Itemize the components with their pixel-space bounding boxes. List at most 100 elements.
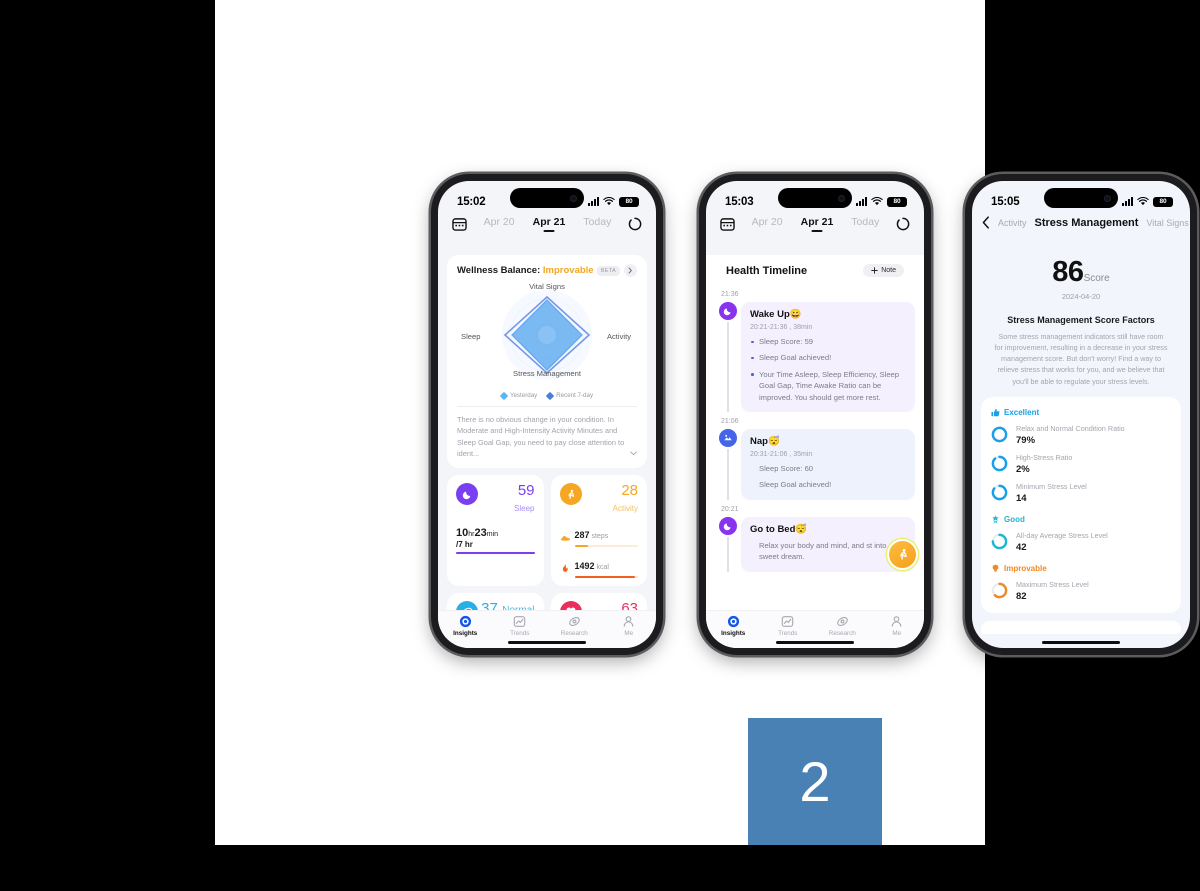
score-block: 86Score 2024-04-20 [981, 251, 1181, 301]
chevron-right-icon[interactable] [624, 264, 637, 277]
timeline-event-card[interactable]: Go to Bed😴 Relax your body and mind, and … [741, 516, 915, 572]
progress-ring-icon [991, 455, 1008, 472]
heart-card[interactable]: 63 bpm 91 % [550, 592, 647, 610]
tab-label-research: Research [828, 630, 856, 637]
moon-icon [456, 483, 478, 505]
chevron-down-icon[interactable] [630, 448, 637, 459]
sleep-goal: /7 hr [456, 539, 473, 549]
calendar-icon[interactable] [720, 217, 735, 231]
activity-fab-button[interactable] [889, 541, 916, 568]
tab-insights[interactable]: Insights [706, 615, 761, 637]
heart-bpm: 63 [621, 599, 638, 610]
calendar-icon[interactable] [452, 217, 467, 231]
date-tab-today[interactable]: Today [583, 216, 611, 231]
phone1-content[interactable]: Wellness Balance: Improvable BETA Vital … [438, 255, 656, 610]
factors-title: Stress Management Score Factors [1007, 315, 1155, 325]
slide-canvas: 15:02 80 Apr 20 Apr 21 Today Wellness Ba… [215, 0, 1197, 845]
phone-mockup-1: 15:02 80 Apr 20 Apr 21 Today Wellness Ba… [431, 174, 663, 655]
steps-value: 287 [574, 529, 590, 540]
timeline-item[interactable]: Nap😴 20:31-21:06 , 35min Sleep Score: 60 Sl… [715, 428, 915, 500]
timeline-event-title: Go to Bed😴 [750, 523, 808, 535]
stress-card[interactable]: 37 Normal Stress [447, 592, 544, 610]
kcal-unit: kcal [596, 563, 609, 571]
nav-tab-stress-management[interactable]: Stress Management [1035, 217, 1139, 229]
tab-trends[interactable]: Trends [761, 615, 816, 637]
sleep-score: 59 [517, 482, 535, 499]
date-tab-today[interactable]: Today [851, 216, 879, 231]
factor-group-name: Good [1004, 514, 1025, 524]
steps-row: 287 steps [560, 525, 638, 547]
timeline-bullet: Your Time Asleep, Sleep Efficiency, Slee… [750, 369, 906, 403]
legend-label-yesterday: Yesterday [509, 392, 538, 399]
cellular-signal-icon [856, 197, 867, 206]
date-tab-apr21[interactable]: Apr 21 [801, 216, 834, 231]
factor-row[interactable]: Relax and Normal Condition Ratio 79% [991, 424, 1171, 446]
phone2-content[interactable]: Health Timeline Note 21:36 Wake Up😀 20:21-… [706, 255, 924, 610]
timeline-title: Health Timeline [726, 264, 808, 277]
wellness-description-wrap[interactable]: There is no obvious change in your condi… [447, 407, 647, 468]
tab-me[interactable]: Me [870, 615, 925, 637]
factor-row[interactable]: Maximum Stress Level 82 [991, 580, 1171, 602]
tab-bar-1: Insights Trends Research Me [438, 610, 656, 648]
tab-label-insights: Insights [721, 630, 746, 637]
sleep-duration: 10hr23min [456, 527, 535, 539]
radar-label-stress: Stress Management [513, 369, 581, 378]
date-tab-apr20[interactable]: Apr 20 [752, 216, 783, 231]
factor-group-name: Excellent [1004, 407, 1040, 417]
add-note-button[interactable]: Note [863, 264, 904, 277]
kcal-progress-fill [574, 575, 636, 578]
research-icon [836, 615, 849, 628]
refresh-icon[interactable] [628, 217, 642, 231]
tab-me[interactable]: Me [602, 615, 657, 637]
legend-swatch-recent7day [545, 391, 555, 400]
tab-insights[interactable]: Insights [438, 615, 493, 637]
tab-trends[interactable]: Trends [493, 615, 548, 637]
timeline-list: 21:36 Wake Up😀 20:21-21:36 , 38min Sleep Sc… [715, 285, 915, 572]
date-tabs-2: Apr 20 Apr 21 Today [735, 216, 896, 231]
timeline-event-card[interactable]: Nap😴 20:31-21:06 , 35min Sleep Score: 60 Sl… [741, 428, 915, 500]
timeline-item[interactable]: Wake Up😀 20:21-21:36 , 38min Sleep Score: … [715, 302, 915, 412]
wellness-balance-card[interactable]: Wellness Balance: Improvable BETA Vital … [447, 255, 647, 468]
person-icon [622, 615, 635, 628]
score-unit: Score [1083, 273, 1110, 284]
factor-row[interactable]: High-Stress Ratio 2% [991, 453, 1171, 475]
sleep-card[interactable]: 59 Sleep 10hr23min /7 hr [447, 475, 544, 586]
wellness-title: Wellness Balance: Improvable [457, 265, 594, 276]
timeline-connector [727, 448, 729, 500]
timeline-bullet: Sleep Goal achieved! [750, 352, 906, 363]
timeline-bullet: Sleep Score: 59 [750, 336, 906, 347]
legend-swatch-yesterday [499, 391, 509, 400]
refresh-icon[interactable] [896, 217, 910, 231]
date-tab-apr20[interactable]: Apr 20 [484, 216, 515, 231]
score-line: 86Score [981, 256, 1181, 289]
factor-row[interactable]: All-day Average Stress Level 42 [991, 531, 1171, 553]
wifi-icon [603, 197, 615, 206]
progress-ring-icon [991, 582, 1008, 599]
nav-tab-vital-signs[interactable]: Vital Signs [1146, 218, 1188, 228]
kcal-value: 1492 [574, 560, 595, 571]
cellular-signal-icon [1122, 197, 1133, 206]
next-card-peek[interactable] [981, 620, 1181, 634]
steps-progress-fill [574, 544, 589, 547]
moon-icon [719, 516, 737, 535]
factor-row[interactable]: Minimum Stress Level 14 [991, 482, 1171, 504]
plus-icon [871, 267, 878, 274]
chevron-left-icon[interactable] [982, 216, 990, 229]
target-icon [459, 615, 472, 628]
timeline-time: 21:06 [721, 417, 739, 425]
battery-indicator: 80 [619, 196, 639, 207]
timeline-item[interactable]: Go to Bed😴 Relax your body and mind, and … [715, 516, 915, 572]
sleep-minutes: 23 [474, 526, 487, 539]
timeline-event-card[interactable]: Wake Up😀 20:21-21:36 , 38min Sleep Score: … [741, 302, 915, 412]
nav-tab-activity[interactable]: Activity [998, 218, 1027, 228]
phone3-content[interactable]: 86Score 2024-04-20 Stress Management Sco… [972, 251, 1190, 634]
factor-name: Maximum Stress Level [1016, 579, 1089, 589]
phone2-screen: 15:03 80 Apr 20 Apr 21 Today Health Time… [706, 181, 924, 648]
activity-card[interactable]: 28 Activity 287 steps 1492 kcal [550, 475, 647, 586]
date-tab-apr21[interactable]: Apr 21 [533, 216, 566, 231]
home-indicator [508, 641, 586, 644]
tab-research[interactable]: Research [815, 615, 870, 637]
factor-group-header: Good [991, 515, 1171, 524]
wifi-icon [1137, 197, 1149, 206]
tab-research[interactable]: Research [547, 615, 602, 637]
